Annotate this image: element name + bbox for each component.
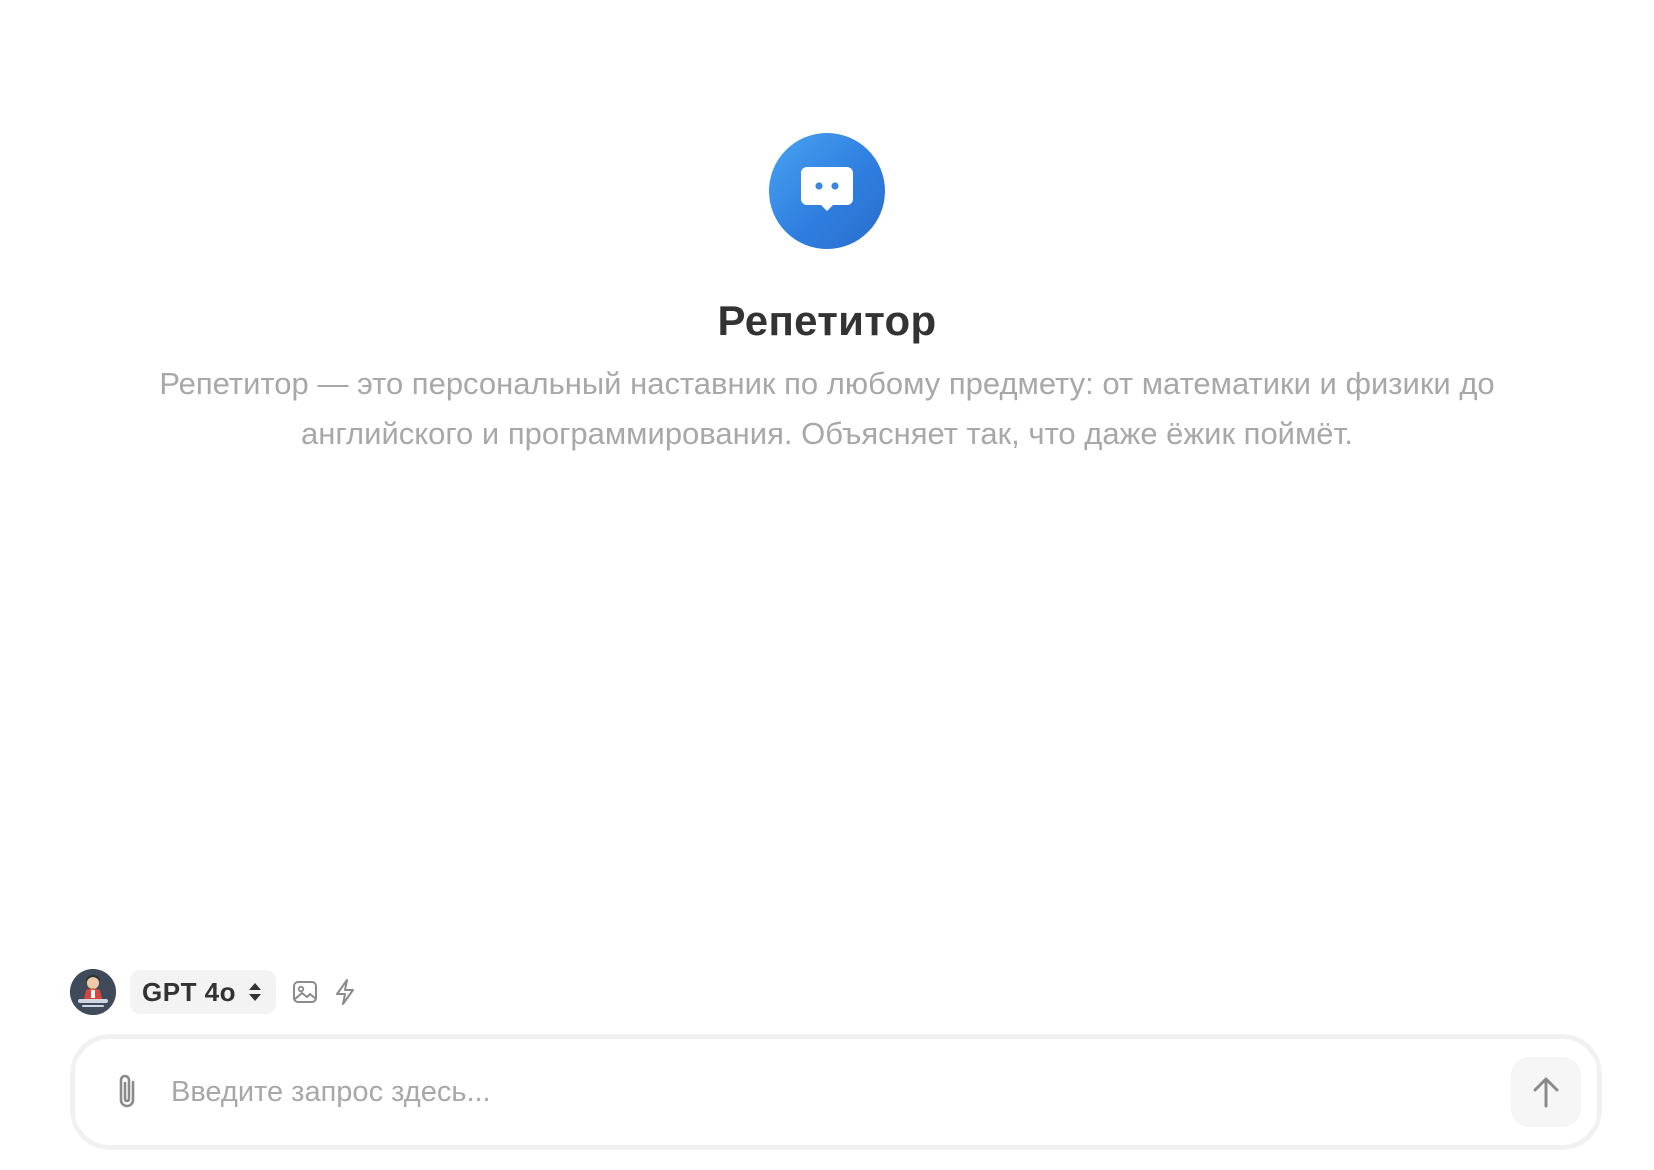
composer-toolbar: GPT 4o [70,968,356,1016]
bot-title: Репетитор [717,297,937,344]
image-icon[interactable] [292,979,318,1005]
bot-intro: Репетитор Репетитор — это персональный н… [0,133,1654,459]
paperclip-icon[interactable] [113,1072,141,1112]
chat-bubble-icon [801,167,853,211]
bot-description: Репетитор — это персональный наставник п… [159,366,1495,451]
lightning-icon[interactable] [334,978,356,1006]
sort-icon [249,983,262,1001]
send-button[interactable] [1511,1057,1581,1127]
model-selector[interactable]: GPT 4o [130,970,277,1014]
user-avatar[interactable] [70,969,116,1015]
model-label: GPT 4o [142,976,237,1007]
prompt-box [70,1034,1602,1150]
bot-avatar [769,133,885,249]
chat-page: Репетитор Репетитор — это персональный н… [0,0,1654,1170]
arrow-up-icon [1533,1077,1559,1108]
prompt-input[interactable] [171,1062,1511,1122]
